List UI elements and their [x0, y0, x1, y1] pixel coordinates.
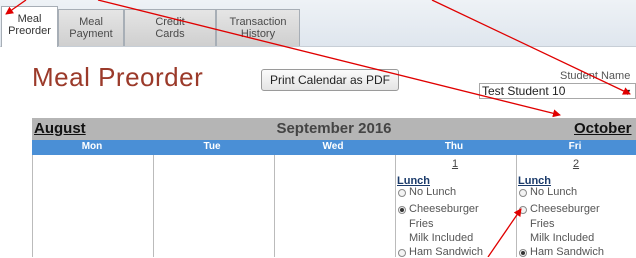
annotation-arrow-radio [487, 208, 522, 257]
annotation-arrow-student-select [431, 0, 631, 95]
annotation-arrow-tab [5, 0, 27, 15]
annotation-arrows [5, 0, 631, 257]
annotation-arrow-next-month [97, 0, 561, 118]
